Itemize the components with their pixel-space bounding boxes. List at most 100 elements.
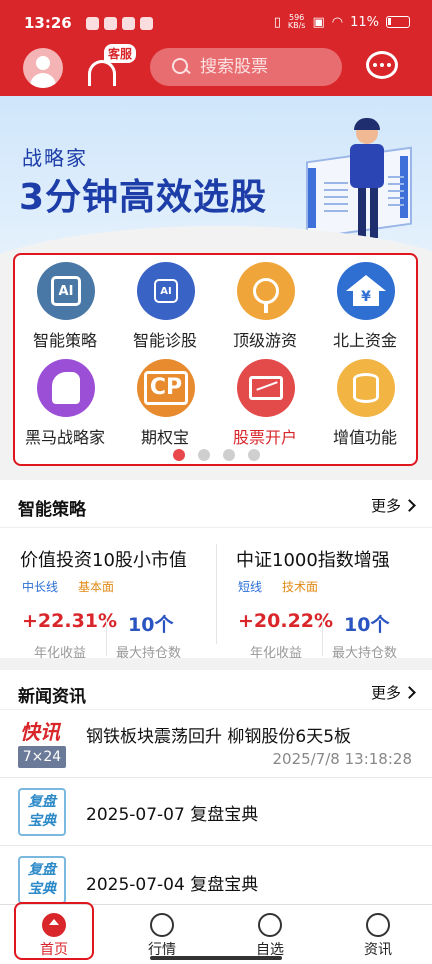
function-label: 智能策略	[32, 331, 97, 350]
max-holdings-label: 最大持仓数	[116, 646, 182, 661]
search-icon	[172, 58, 190, 76]
strategy-card[interactable]: 中证1000指数增强 短线 技术面 +20.22% 10个 年化收益 最大持仓数	[216, 528, 432, 668]
sim-icon: ▣	[312, 14, 325, 30]
avatar-head	[36, 56, 50, 70]
search-input[interactable]	[200, 57, 330, 77]
news-header: 新闻资讯 更多	[0, 670, 432, 710]
section-title: 智能策略	[18, 500, 86, 520]
tab-label: 首页	[40, 942, 68, 958]
max-holdings-label: 最大持仓数	[332, 646, 398, 661]
notification-icon	[140, 17, 153, 30]
page-dot[interactable]	[223, 449, 235, 461]
strategy-name: 中证1000指数增强	[236, 550, 390, 571]
tab-news[interactable]: 资讯	[324, 905, 432, 964]
headset-icon	[88, 60, 116, 86]
max-holdings-value: 10个	[344, 614, 390, 636]
page-indicator[interactable]	[173, 449, 260, 461]
strategy-section: 智能策略 更多 价值投资10股小市值 中长线 基本面 +22.31% 10个 年…	[0, 480, 432, 661]
strategy-tag: 中长线	[22, 580, 59, 594]
banner-title: 3分钟高效选股	[19, 177, 268, 218]
more-link[interactable]: 更多	[371, 495, 416, 516]
trend-icon	[150, 913, 174, 937]
news-item[interactable]: 复盘 宝典 2025-07-07 复盘宝典	[0, 778, 432, 846]
function-label: 黑马战略家	[24, 428, 105, 447]
function-item-dark-horse[interactable]: 黑马战略家	[15, 355, 115, 447]
function-item-strategy[interactable]: AI 智能策略	[15, 258, 115, 350]
function-label: 北上资金	[332, 331, 397, 350]
strategy-header: 智能策略 更多	[0, 480, 432, 528]
promo-banner[interactable]: 战略家 3分钟高效选股	[0, 96, 432, 256]
chevron-right-icon	[403, 686, 416, 699]
notification-icon	[104, 17, 117, 30]
news-title: 2025-07-04 复盘宝典	[86, 875, 259, 895]
review-book-icon: 复盘 宝典	[18, 856, 66, 904]
strategy-tag: 基本面	[78, 580, 115, 594]
notification-icon	[122, 17, 135, 30]
vibrate-icon: ▯	[273, 14, 281, 30]
strategy-card[interactable]: 价值投资10股小市值 中长线 基本面 +22.31% 10个 年化收益 最大持仓…	[0, 528, 216, 668]
dark-horse-icon	[37, 359, 95, 417]
ai-diagnose-icon: AI	[137, 262, 195, 320]
battery-text: 11%	[350, 14, 379, 30]
function-item-value-added[interactable]: 增值功能	[315, 355, 415, 447]
page-dot[interactable]	[248, 449, 260, 461]
top-bar: 13:26 ▯ 596 KB/s ▣ ◠ 11% 客服	[0, 0, 432, 96]
customer-service-badge: 客服	[104, 44, 137, 63]
customer-service-button[interactable]: 客服	[88, 44, 140, 92]
net-speed: 596 KB/s	[287, 13, 306, 30]
annual-return-value: +22.31%	[22, 610, 118, 632]
function-label: 增值功能	[332, 428, 397, 447]
notification-icons	[86, 17, 153, 30]
battery-icon	[386, 16, 410, 28]
status-bar: 13:26 ▯ 596 KB/s ▣ ◠ 11%	[0, 0, 432, 40]
function-item-north-fund[interactable]: ¥ 北上资金	[315, 258, 415, 350]
review-book-icon: 复盘 宝典	[18, 788, 66, 836]
avatar[interactable]	[23, 48, 63, 88]
search-hot-money-icon	[237, 262, 295, 320]
more-link[interactable]: 更多	[371, 682, 416, 703]
strategy-tag: 技术面	[282, 580, 319, 594]
bottom-tab-bar: 首页 行情 自选 资讯	[0, 904, 432, 964]
function-label: 顶级游资	[232, 331, 297, 350]
strategy-tag: 短线	[238, 580, 263, 594]
function-grid: AI 智能策略 AI 智能诊股 顶级游资 ¥ 北上资金 黑马战略家 CP 期权宝…	[13, 253, 418, 466]
ai-chip-icon: AI	[37, 262, 95, 320]
news-icon	[366, 913, 390, 937]
status-right: ▯ 596 KB/s ▣ ◠ 11%	[274, 14, 410, 30]
wifi-icon: ◠	[331, 14, 344, 30]
annual-return-label: 年化收益	[250, 646, 303, 661]
gesture-bar	[150, 956, 282, 960]
news-item[interactable]: 复盘 宝典 2025-07-04 复盘宝典	[0, 846, 432, 908]
news-title: 2025-07-07 复盘宝典	[86, 805, 259, 825]
tab-label: 资讯	[364, 942, 392, 958]
chevron-right-icon	[403, 499, 416, 512]
value-added-icon	[337, 359, 395, 417]
news-item[interactable]: 快讯 7×24 钢铁板块震荡回升 柳钢股份6天5板 2025/7/8 13:18…	[0, 710, 432, 778]
function-item-diagnose[interactable]: AI 智能诊股	[115, 258, 215, 350]
function-item-open-account[interactable]: 股票开户	[215, 355, 315, 447]
annual-return-value: +20.22%	[238, 610, 334, 632]
page-dot-active[interactable]	[173, 449, 185, 461]
notification-icon	[86, 17, 99, 30]
function-label: 智能诊股	[132, 331, 197, 350]
banner-illustration	[298, 116, 418, 246]
page-dot[interactable]	[198, 449, 210, 461]
star-icon	[258, 913, 282, 937]
news-section: 新闻资讯 更多 快讯 7×24 钢铁板块震荡回升 柳钢股份6天5板 2025/7…	[0, 670, 432, 904]
max-holdings-value: 10个	[128, 614, 174, 636]
message-button[interactable]	[364, 50, 402, 84]
search-bar[interactable]	[150, 48, 342, 86]
chat-dots	[373, 63, 391, 67]
flash-news-icon: 快讯 7×24	[18, 716, 66, 772]
north-fund-icon: ¥	[337, 262, 395, 320]
annual-return-label: 年化收益	[34, 646, 87, 661]
strategy-name: 价值投资10股小市值	[20, 550, 187, 571]
avatar-body	[30, 73, 56, 88]
function-label: 期权宝	[140, 428, 189, 447]
option-icon: CP	[137, 359, 195, 417]
news-time: 2025/7/8 13:18:28	[272, 750, 412, 768]
function-item-hot-money[interactable]: 顶级游资	[215, 258, 315, 350]
function-item-option[interactable]: CP 期权宝	[115, 355, 215, 447]
section-title: 新闻资讯	[18, 687, 86, 707]
tab-home[interactable]: 首页	[0, 905, 108, 964]
